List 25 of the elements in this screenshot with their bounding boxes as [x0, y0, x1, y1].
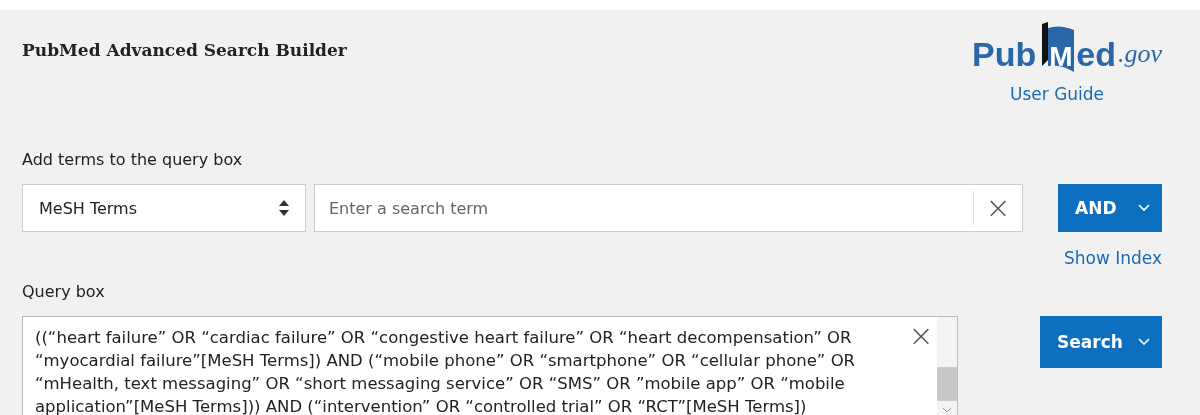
and-button[interactable]: AND: [1058, 184, 1162, 232]
sort-icon: [278, 199, 290, 217]
logo-text: ed: [1076, 34, 1116, 74]
caret-icon: [1138, 204, 1150, 212]
query-box[interactable]: [22, 316, 958, 415]
logo-text: .gov: [1117, 38, 1162, 70]
show-index-link[interactable]: Show Index: [1063, 248, 1162, 272]
clear-button[interactable]: ×: [905, 321, 937, 351]
caret-icon: [1138, 338, 1150, 346]
field-label: Add terms to the query box: [22, 150, 244, 170]
search-field[interactable]: Enter a search term ×: [314, 184, 1023, 232]
logo-text: M: [1049, 42, 1073, 72]
clear-button[interactable]: ×: [974, 193, 1022, 223]
query-text-line: ((“heart failure” OR “cardiac failure” OR “congestive heart failure” OR “heart decompensation” OR: [35, 327, 853, 349]
scroll-down-icon: [942, 407, 952, 413]
scrollbar[interactable]: [937, 317, 957, 415]
page-title: PubMed Advanced Search Builder: [22, 40, 347, 62]
field-label: Query box: [22, 282, 106, 302]
query-text-line: application”[MeSH Terms])) AND (“intervention” OR “controlled trial” OR “RCT”[MeSH Terms]): [35, 396, 808, 415]
field-select[interactable]: MeSH Terms: [22, 184, 306, 232]
logo-text: Pub: [972, 34, 1037, 74]
user-guide-link[interactable]: User Guide: [1010, 84, 1105, 104]
query-text-line: “myocardial failure”[MeSH Terms]) AND (“mobile phone” OR “smartphone” OR “cellular phone” OR: [35, 350, 857, 372]
query-text-line: “mHealth, text messaging” OR “short messaging service” OR “SMS” OR ”mobile app” OR “mobile: [35, 373, 846, 395]
search-button[interactable]: Search: [1040, 316, 1162, 368]
